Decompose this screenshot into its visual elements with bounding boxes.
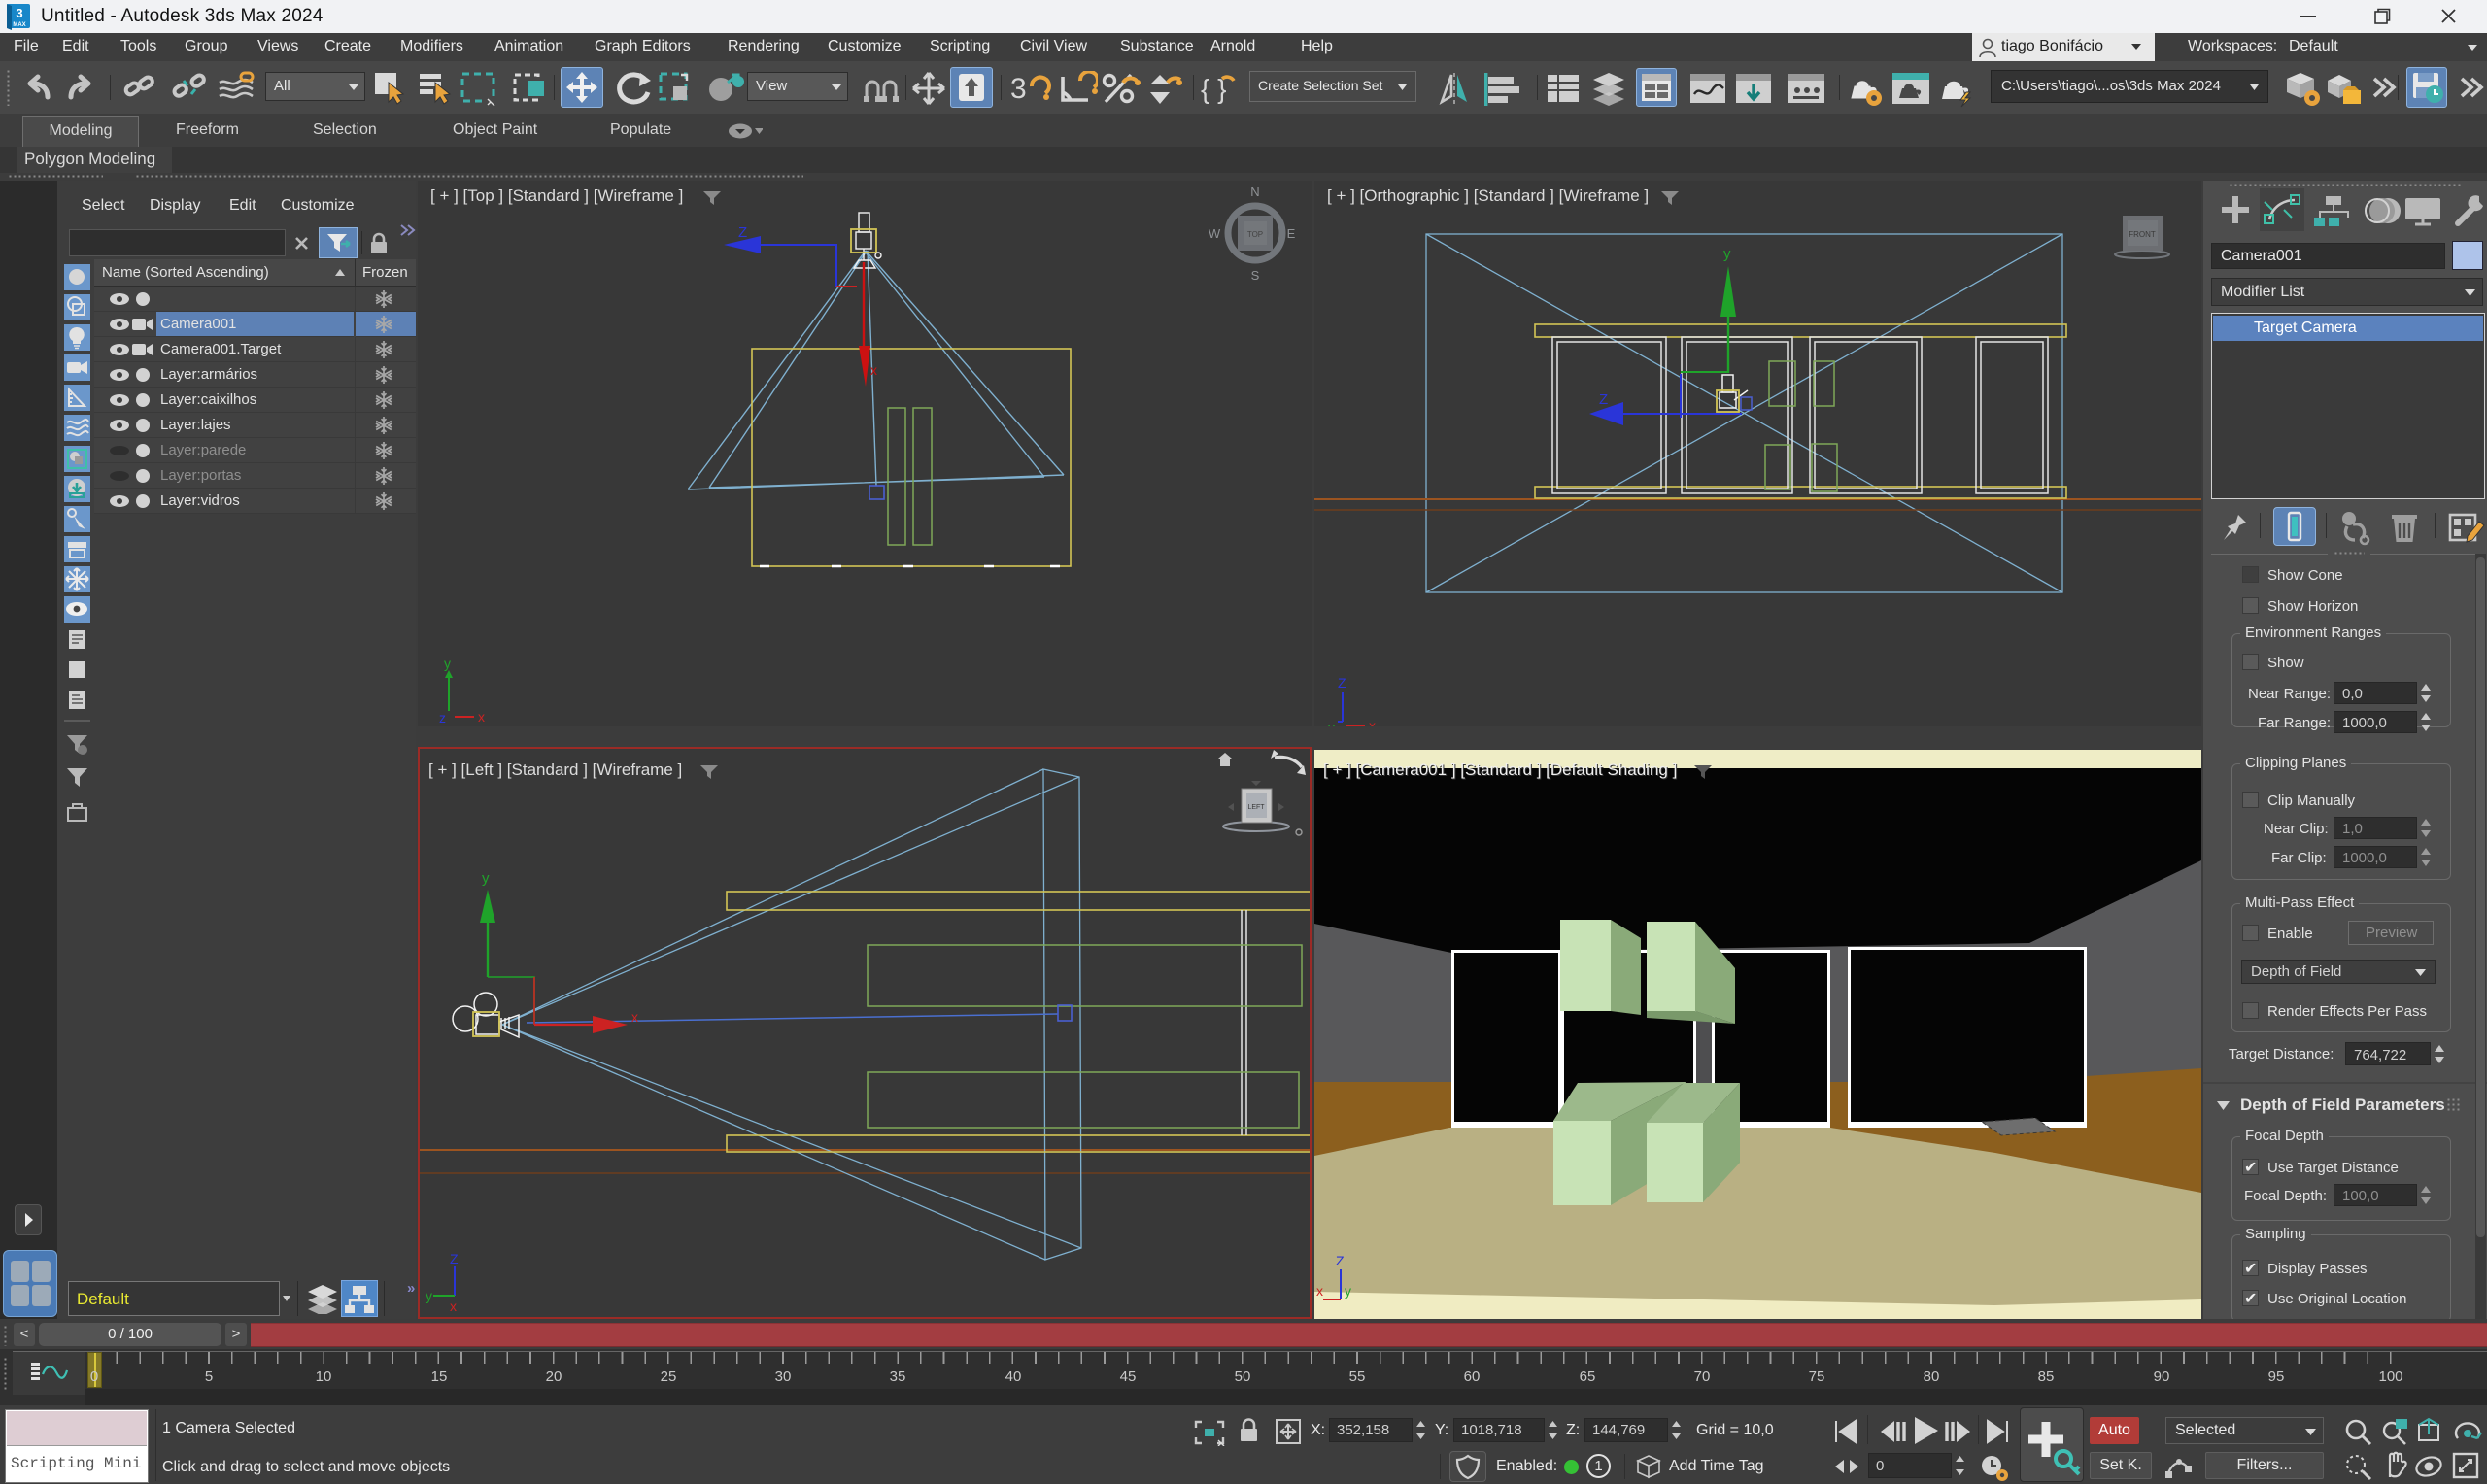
svg-text:W: W <box>1209 226 1221 241</box>
svg-text:Z: Z <box>450 1251 459 1266</box>
svg-text:Z: Z <box>1599 391 1608 408</box>
svg-text:y: y <box>1345 1283 1351 1298</box>
svg-text:y: y <box>1328 720 1335 726</box>
svg-text:x: x <box>870 362 877 378</box>
svg-text:y: y <box>426 1288 432 1303</box>
svg-text:3: 3 <box>1010 73 1027 105</box>
svg-text:N: N <box>1250 185 1259 199</box>
svg-text:x: x <box>1369 718 1376 726</box>
svg-text:y: y <box>1723 246 1731 262</box>
svg-text:Z: Z <box>1338 675 1346 691</box>
svg-text:Z: Z <box>738 224 747 241</box>
svg-text:x: x <box>450 1298 457 1314</box>
svg-text:z: z <box>439 710 446 725</box>
svg-text:MAX: MAX <box>13 22 25 28</box>
svg-text:x: x <box>1316 1283 1323 1298</box>
svg-text:y: y <box>482 870 490 887</box>
svg-text:x: x <box>631 1009 638 1025</box>
svg-text:LEFT: LEFT <box>1247 804 1265 811</box>
svg-text:TOP: TOP <box>1247 230 1263 239</box>
svg-text:S: S <box>1251 268 1260 283</box>
svg-text:Z: Z <box>1336 1253 1345 1268</box>
svg-text:FRONT: FRONT <box>2129 230 2156 239</box>
svg-text:y: y <box>444 656 451 671</box>
svg-text:3: 3 <box>16 6 22 20</box>
svg-text:x: x <box>478 709 485 725</box>
svg-text:E: E <box>1287 226 1296 241</box>
